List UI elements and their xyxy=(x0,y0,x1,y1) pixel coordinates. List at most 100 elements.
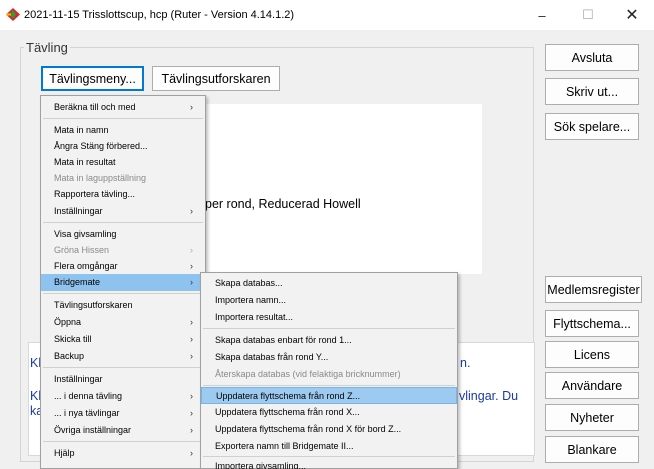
menu-separator xyxy=(203,385,455,386)
menu-separator xyxy=(203,328,455,329)
menu-item-oppna[interactable]: Öppna › xyxy=(41,314,205,331)
menu-item-label: Inställningar xyxy=(54,206,103,216)
menu-item-label: Övriga inställningar xyxy=(54,425,132,435)
menu-item-flera-omgangar[interactable]: Flera omgångar › xyxy=(41,258,205,275)
submenu-item-aterskapa-databas: Återskapa databas (vid felaktiga bricknu… xyxy=(201,366,457,383)
menu-item-label: Öppna xyxy=(54,317,82,327)
submenu-item-uppdatera-rond-x-bord-z[interactable]: Uppdatera flyttschema från rond X för bo… xyxy=(201,421,457,438)
flyttschema-label: Flyttschema... xyxy=(553,316,631,331)
menu-item-ovriga-installningar[interactable]: Övriga inställningar › xyxy=(41,422,205,439)
menu-item-label: ... i nya tävlingar xyxy=(54,408,120,418)
avsluta-label: Avsluta xyxy=(571,50,613,65)
tavlingsutforskaren-button[interactable]: Tävlingsutforskaren xyxy=(152,66,280,91)
bridgemate-submenu: Skapa databas... Importera namn... Impor… xyxy=(200,272,458,469)
menu-item-label: Visa givsamling xyxy=(54,229,117,239)
menu-item-mata-in-resultat[interactable]: Mata in resultat xyxy=(41,154,205,171)
menu-separator xyxy=(43,293,203,294)
window-title: 2021-11-15 Trisslottscup, hcp (Ruter - V… xyxy=(24,9,295,21)
menu-item-label: Tävlingsutforskaren xyxy=(54,300,133,310)
menu-item-skicka-till[interactable]: Skicka till › xyxy=(41,331,205,348)
submenu-arrow-icon: › xyxy=(190,245,193,255)
menu-item-label: Uppdatera flyttschema från rond X för bo… xyxy=(215,424,402,434)
submenu-item-importera-resultat[interactable]: Importera resultat... xyxy=(201,309,457,326)
nyheter-label: Nyheter xyxy=(570,410,614,425)
avsluta-button[interactable]: Avsluta xyxy=(545,44,639,71)
menu-item-bridgemate[interactable]: Bridgemate › xyxy=(41,274,205,291)
submenu-arrow-icon: › xyxy=(190,277,193,287)
menu-item-rapportera[interactable]: Rapportera tävling... xyxy=(41,186,205,203)
menu-item-i-denna-tavling[interactable]: ... i denna tävling › xyxy=(41,388,205,405)
menu-item-tavlingsutforskaren[interactable]: Tävlingsutforskaren xyxy=(41,297,205,314)
submenu-arrow-icon: › xyxy=(190,206,193,216)
menu-item-label: Skapa databas... xyxy=(215,278,283,288)
submenu-arrow-icon: › xyxy=(190,391,193,401)
tavling-group-legend: Tävling xyxy=(24,40,70,55)
menu-item-label: Importera namn... xyxy=(215,295,287,305)
skriv-ut-button[interactable]: Skriv ut... xyxy=(545,78,639,105)
minimize-button[interactable]: – xyxy=(520,0,564,30)
menu-separator xyxy=(43,441,203,442)
submenu-arrow-icon: › xyxy=(190,351,193,361)
menu-item-label: Exportera namn till Bridgemate II... xyxy=(215,441,354,451)
menu-item-angra-stang[interactable]: Ångra Stäng förbered... xyxy=(41,138,205,155)
submenu-arrow-icon: › xyxy=(190,448,193,458)
menu-item-mata-in-namn[interactable]: Mata in namn xyxy=(41,122,205,139)
submenu-item-exportera-namn[interactable]: Exportera namn till Bridgemate II... xyxy=(201,438,457,455)
tavlingsmeny-button[interactable]: Tävlingsmeny... xyxy=(41,66,144,91)
menu-item-grona-hissen: Gröna Hissen › xyxy=(41,242,205,259)
submenu-item-skapa-databas-rond-y[interactable]: Skapa databas från rond Y... xyxy=(201,349,457,366)
licens-label: Licens xyxy=(573,347,611,362)
menu-item-label: Mata in laguppställning xyxy=(54,173,147,183)
menu-item-label: Flera omgångar xyxy=(54,261,118,271)
blankare-button[interactable]: Blankare xyxy=(545,436,639,463)
menu-item-label: Återskapa databas (vid felaktiga bricknu… xyxy=(215,369,401,379)
submenu-arrow-icon: › xyxy=(190,334,193,344)
submenu-item-importera-namn[interactable]: Importera namn... xyxy=(201,292,457,309)
menu-item-installningar-header[interactable]: Inställningar xyxy=(41,371,205,388)
menu-item-visa-givsamling[interactable]: Visa givsamling xyxy=(41,226,205,243)
submenu-item-importera-givsamling[interactable]: Importera givsamling... xyxy=(201,458,457,469)
ruter-app-icon xyxy=(6,8,20,21)
menu-item-label: Importera resultat... xyxy=(215,312,294,322)
anvandare-label: Användare xyxy=(561,378,623,393)
title-bar: 2021-11-15 Trisslottscup, hcp (Ruter - V… xyxy=(0,0,654,30)
nyheter-button[interactable]: Nyheter xyxy=(545,404,639,431)
menu-item-label: ... i denna tävling xyxy=(54,391,123,401)
skriv-ut-label: Skriv ut... xyxy=(565,84,619,99)
menu-item-hjalp[interactable]: Hjälp › xyxy=(41,445,205,462)
menu-item-label: Hjälp xyxy=(54,448,75,458)
menu-item-label: Mata in namn xyxy=(54,125,109,135)
menu-item-berakna[interactable]: Beräkna till och med › xyxy=(41,99,205,116)
maximize-button[interactable]: ☐ xyxy=(566,0,610,30)
tavlingsmeny-label: Tävlingsmeny... xyxy=(49,71,136,86)
menu-item-label: Inställningar xyxy=(54,374,103,384)
anvandare-button[interactable]: Användare xyxy=(545,372,639,399)
submenu-item-skapa-databas[interactable]: Skapa databas... xyxy=(201,275,457,292)
medlemsregister-button[interactable]: Medlemsregister xyxy=(545,276,642,303)
submenu-item-skapa-databas-rond-1[interactable]: Skapa databas enbart för rond 1... xyxy=(201,332,457,349)
close-button[interactable]: ✕ xyxy=(610,0,654,30)
submenu-arrow-icon: › xyxy=(190,102,193,112)
menu-item-backup[interactable]: Backup › xyxy=(41,348,205,365)
menu-separator xyxy=(203,456,455,457)
menu-item-label: Importera givsamling... xyxy=(215,461,307,469)
licens-button[interactable]: Licens xyxy=(545,341,639,368)
menu-separator xyxy=(43,367,203,368)
sok-spelare-button[interactable]: Sök spelare... xyxy=(545,113,639,140)
menu-item-label: Skapa databas enbart för rond 1... xyxy=(215,335,352,345)
info-line1-right: n. xyxy=(460,356,471,370)
menu-item-label: Beräkna till och med xyxy=(54,102,136,112)
menu-item-i-nya-tavlingar[interactable]: ... i nya tävlingar › xyxy=(41,405,205,422)
blankare-label: Blankare xyxy=(567,442,617,457)
submenu-item-uppdatera-rond-x[interactable]: Uppdatera flyttschema från rond X... xyxy=(201,404,457,421)
menu-item-installningar[interactable]: Inställningar › xyxy=(41,203,205,220)
tavlingsutforskaren-label: Tävlingsutforskaren xyxy=(161,71,271,86)
submenu-item-uppdatera-rond-z[interactable]: Uppdatera flyttschema från rond Z... xyxy=(201,387,457,404)
sok-spelare-label: Sök spelare... xyxy=(553,119,631,134)
menu-item-label: Bridgemate xyxy=(54,277,101,287)
tavling-format-text: per rond, Reducerad Howell xyxy=(205,197,361,211)
menu-item-label: Backup xyxy=(54,351,85,361)
flyttschema-button[interactable]: Flyttschema... xyxy=(545,310,639,337)
submenu-arrow-icon: › xyxy=(190,261,193,271)
menu-separator xyxy=(43,118,203,119)
